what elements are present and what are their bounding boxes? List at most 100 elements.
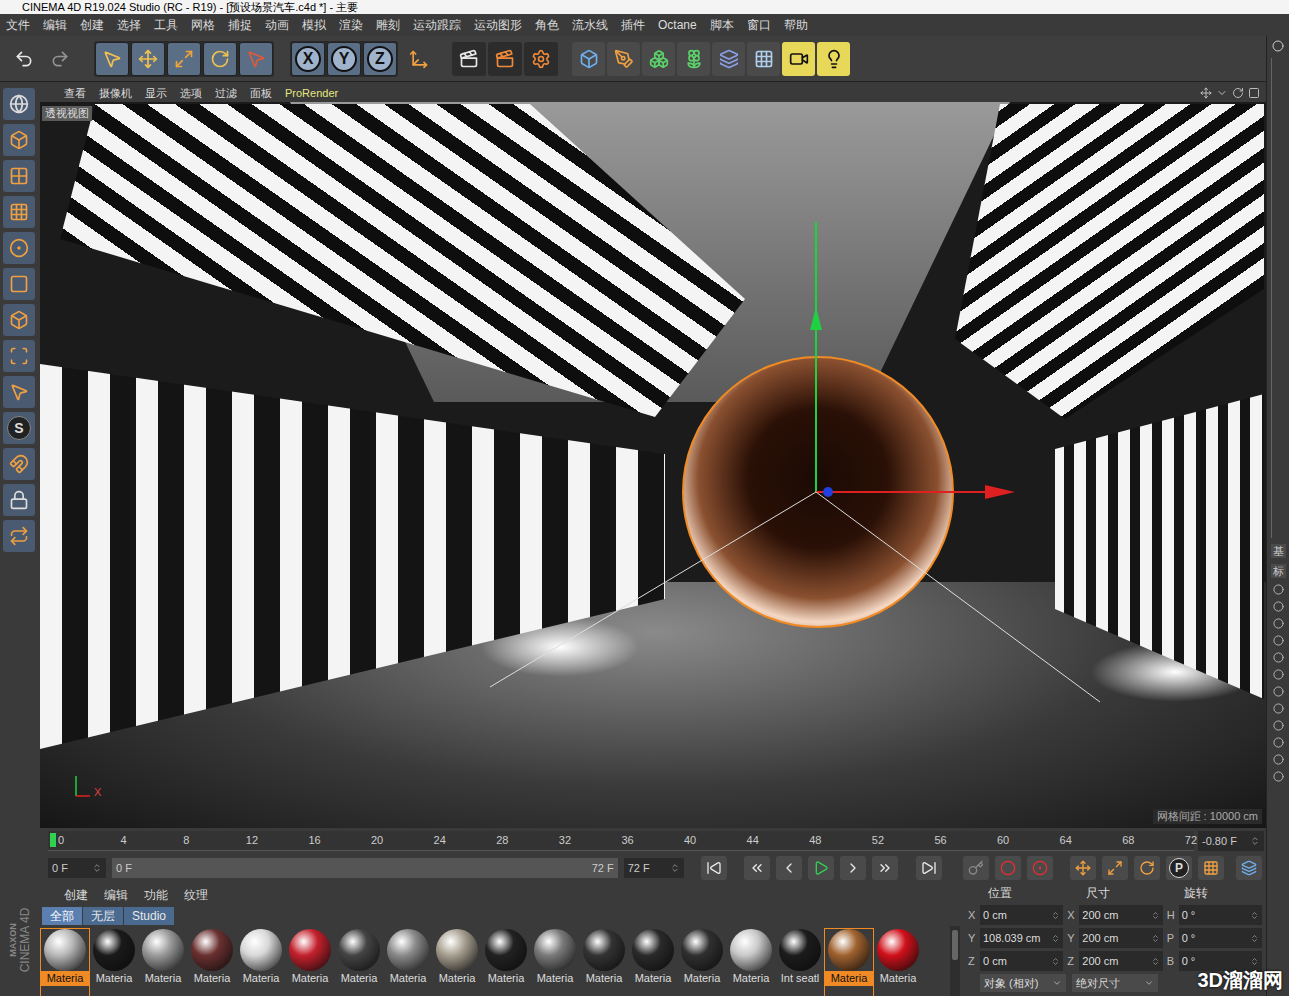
coordinate-field[interactable]: 0 ° [1179,928,1262,948]
material-item[interactable]: Materia [727,929,775,996]
pen-button[interactable] [607,42,640,76]
axis-gizmo[interactable] [40,102,1264,824]
camera-button[interactable] [782,42,815,76]
menu-item[interactable]: 帮助 [784,16,808,34]
property-dot-icon[interactable] [1273,601,1284,612]
layer-filter-tab[interactable]: 无层 [83,907,123,925]
prev-frame-button[interactable] [776,856,802,880]
menu-item[interactable]: 运动跟踪 [413,16,461,34]
menu-item[interactable]: Octane [658,16,697,34]
cube-button[interactable] [572,42,605,76]
menu-item[interactable]: 角色 [535,16,559,34]
scale-tool[interactable] [167,42,201,76]
render-view-button[interactable] [452,42,486,76]
viewport-menu-item[interactable]: 面板 [250,85,272,102]
material-item[interactable]: Materia [678,929,726,996]
material-menu-item[interactable]: 编辑 [104,886,128,904]
mode-button[interactable] [3,484,35,516]
material-scrollbar[interactable] [950,926,960,996]
live-select-tool[interactable] [239,42,273,76]
menu-item[interactable]: 窗口 [747,16,771,34]
property-dot-icon[interactable] [1273,771,1284,782]
key-parameter-button[interactable]: P [1166,856,1192,880]
mode-button[interactable] [3,124,35,156]
coordinate-field[interactable]: 0 ° [1179,951,1262,971]
viewport-menu-item[interactable]: 摄像机 [99,85,132,102]
menu-item[interactable]: 脚本 [710,16,734,34]
mode-button[interactable] [3,304,35,336]
select-tool[interactable] [95,42,129,76]
render-picture-button[interactable] [488,42,522,76]
material-item[interactable]: Materia [237,929,285,996]
material-menu-item[interactable]: 功能 [144,886,168,904]
property-dot-icon[interactable] [1273,737,1284,748]
next-frame-button[interactable] [840,856,866,880]
property-dot-icon[interactable] [1273,635,1284,646]
render-settings-button[interactable] [524,42,558,76]
material-item[interactable]: Materia [188,929,236,996]
menu-item[interactable]: 流水线 [572,16,608,34]
coordinate-field[interactable]: 200 cm [1079,928,1162,948]
undo-button[interactable] [8,42,40,76]
frame-field[interactable]: -0.80 F [1198,831,1264,851]
property-dot-icon[interactable] [1273,703,1284,714]
viewport-menu-item[interactable]: 选项 [180,85,202,102]
property-dot-icon[interactable] [1273,720,1284,731]
range-slider[interactable]: 0 F72 F [112,858,618,878]
mode-button[interactable] [3,340,35,372]
menu-item[interactable]: 雕刻 [376,16,400,34]
play-button[interactable] [808,856,834,880]
mode-dropdown[interactable]: 绝对尺寸 [1072,974,1158,992]
coordinate-field[interactable]: 200 cm [1079,951,1162,971]
subdivision-button[interactable] [642,42,675,76]
key-pla-button[interactable] [1198,856,1224,880]
side-tab[interactable]: 基 [1271,544,1286,558]
go-end-button[interactable] [916,856,942,880]
mode-button[interactable] [3,376,35,408]
viewport-menu-item[interactable]: 查看 [64,85,86,102]
close-icon[interactable] [1272,40,1284,52]
snap-button[interactable]: S [3,412,35,444]
menu-item[interactable]: 捕捉 [228,16,252,34]
property-dot-icon[interactable] [1273,652,1284,663]
floor-button[interactable] [747,42,780,76]
next-key-button[interactable] [872,856,898,880]
material-menu-item[interactable]: 创建 [64,886,88,904]
material-item[interactable]: Materia [139,929,187,996]
material-item[interactable]: Materia [433,929,481,996]
material-menu-item[interactable]: 纹理 [184,886,208,904]
coordinate-field[interactable]: 0 cm [980,951,1063,971]
start-frame-field[interactable]: 0 F [48,858,106,878]
menu-item[interactable]: 编辑 [43,16,67,34]
axis-button[interactable]: Z [363,42,397,76]
material-item[interactable]: Materia [90,929,138,996]
property-dot-icon[interactable] [1273,584,1284,595]
property-dot-icon[interactable] [1273,669,1284,680]
menu-item[interactable]: 运动图形 [474,16,522,34]
material-item[interactable]: Materia [580,929,628,996]
layer-filter-tab[interactable]: 全部 [42,907,82,925]
menu-item[interactable]: 模拟 [302,16,326,34]
mode-button[interactable] [3,196,35,228]
mode-button[interactable] [3,448,35,480]
viewport-menu-item[interactable]: 显示 [145,85,167,102]
menu-item[interactable]: 工具 [154,16,178,34]
material-item[interactable]: Materia [335,929,383,996]
material-item[interactable]: Materia [482,929,530,996]
auto-key-button[interactable] [995,856,1021,880]
key-position-button[interactable] [1070,856,1096,880]
key-scale-button[interactable] [1102,856,1128,880]
timeline-ruler[interactable]: 04812162024283236404448525660646872 [48,831,1194,851]
redo-button[interactable] [44,42,76,76]
menu-item[interactable]: 文件 [6,16,30,34]
property-dot-icon[interactable] [1273,754,1284,765]
axis-button[interactable]: X [291,42,325,76]
deformer-button[interactable] [712,42,745,76]
mode-button[interactable] [3,520,35,552]
prev-key-button[interactable] [744,856,770,880]
viewport-canvas[interactable]: 透视视图X网格间距 : 10000 cm [40,102,1266,828]
material-item[interactable]: Materia [825,929,873,996]
coordinate-field[interactable]: 200 cm [1079,905,1162,925]
coordinate-field[interactable]: 0 ° [1179,905,1262,925]
menu-item[interactable]: 插件 [621,16,645,34]
